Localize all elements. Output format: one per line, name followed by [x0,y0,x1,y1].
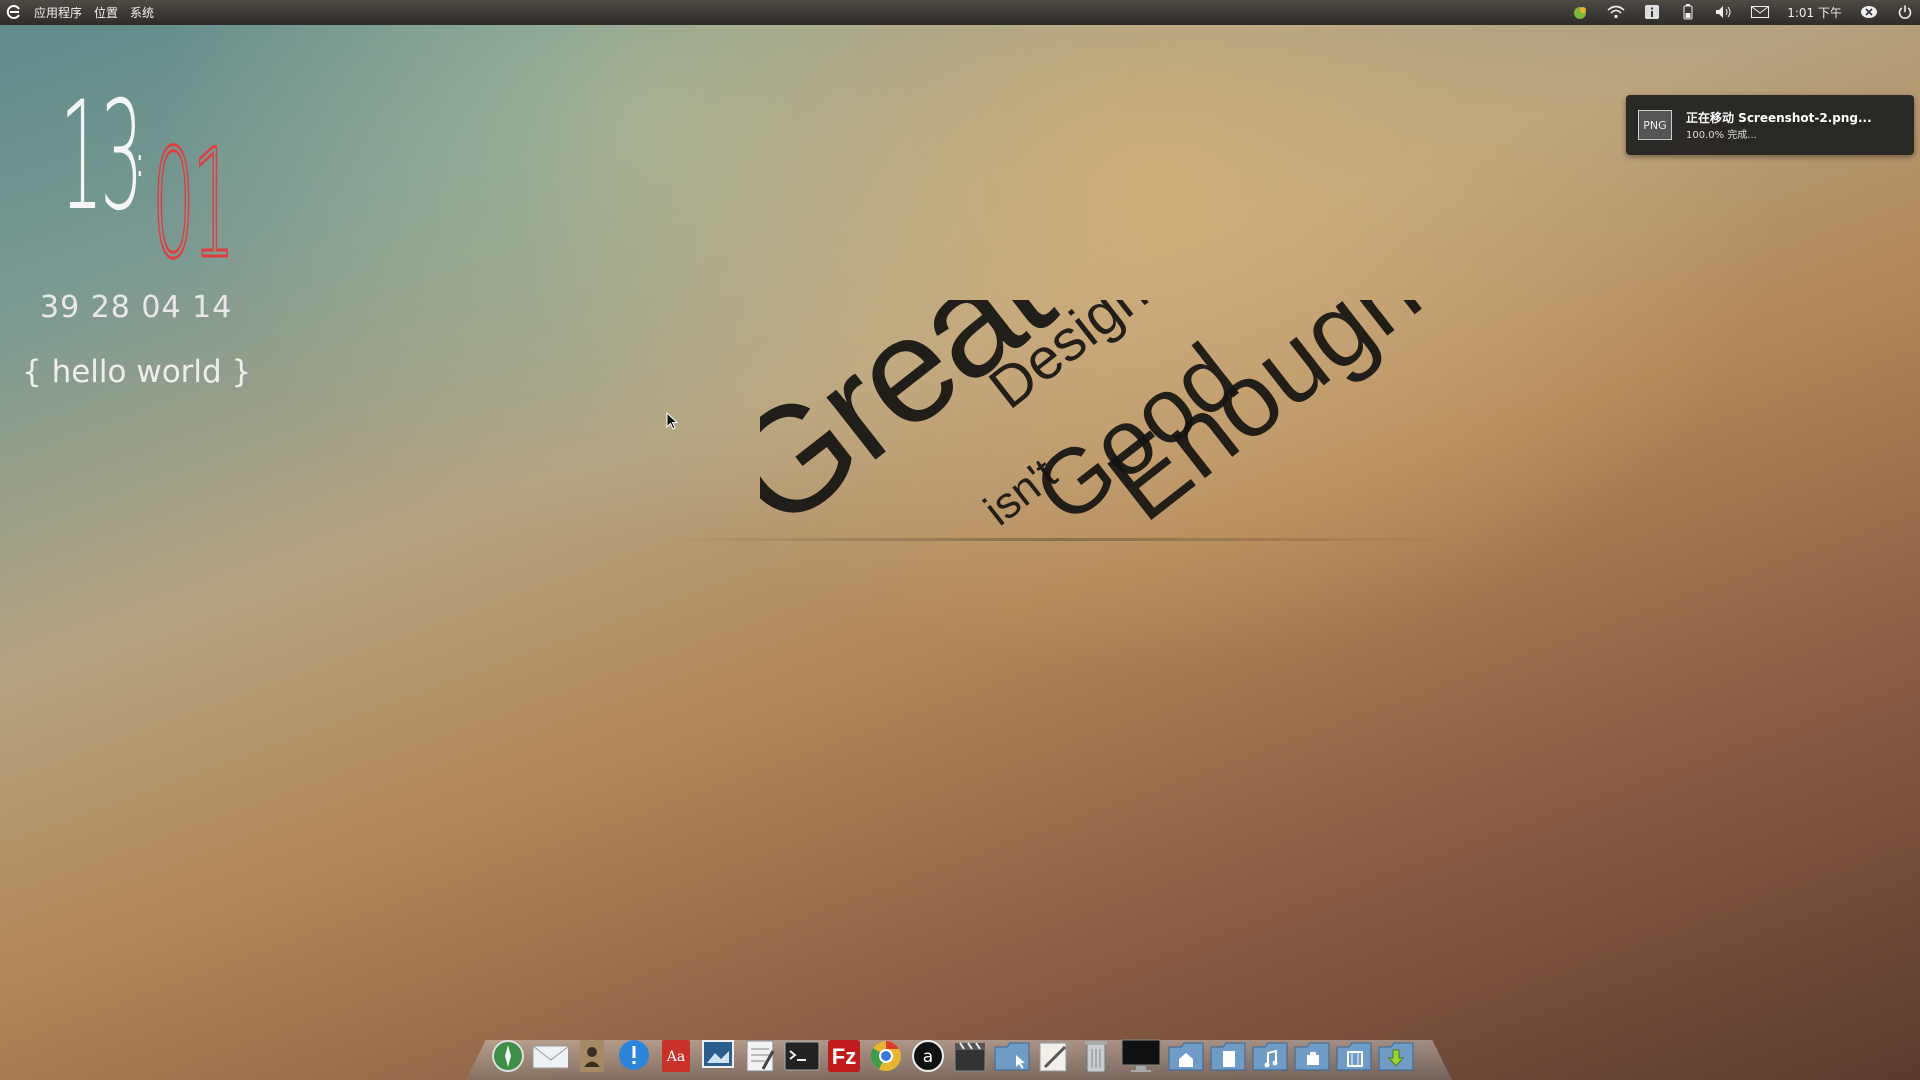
notification-body: 100.0% 完成... [1686,130,1757,141]
messages-icon[interactable] [616,1038,652,1074]
mouse-cursor-icon [666,411,679,434]
home-folder-icon[interactable] [1168,1038,1204,1074]
trash-icon[interactable] [1078,1038,1114,1074]
contacts-icon[interactable] [574,1038,610,1074]
info-icon[interactable] [1643,3,1661,21]
chrome-icon[interactable] [868,1038,904,1074]
monitor-icon[interactable] [1120,1038,1162,1074]
wifi-icon[interactable] [1607,3,1625,21]
dictionary-icon[interactable]: Aa [658,1038,694,1074]
video-icon[interactable] [952,1038,988,1074]
clock-minutes: 01 [151,118,236,292]
text-editor-icon[interactable] [742,1038,778,1074]
notification-title: 正在移动 Screenshot-2.png... [1686,111,1872,125]
battery-icon[interactable] [1679,3,1697,21]
wallpaper-word-enough: Enough [1087,300,1442,540]
svg-text:Aa: Aa [666,1049,685,1065]
menu-places[interactable]: 位置 [88,4,124,21]
greeting-text: { hello world } [22,354,252,390]
clock-hours: 13 [60,70,143,244]
dock: Aa Fz a [490,1026,1414,1074]
wallpaper-horizon-line [660,538,1460,541]
top-panel: 应用程序 位置 系统 1:01 下午 [0,0,1920,25]
music-folder-icon[interactable] [1252,1038,1288,1074]
menu-system[interactable]: 系统 [124,4,160,21]
wallpaper-typography: Great Design isn't Good Enough [760,300,1520,540]
documents-folder-icon[interactable] [1210,1038,1246,1074]
clock-colon: : [136,140,144,186]
preview-icon[interactable] [700,1038,736,1074]
folder-icon[interactable] [994,1038,1030,1074]
png-file-icon: PNG [1638,110,1672,140]
clock-details-row: 39 28 04 14 [40,290,233,325]
apps-folder-icon[interactable] [1294,1038,1330,1074]
downloads-folder-icon[interactable] [1378,1038,1414,1074]
update-icon[interactable] [1571,3,1589,21]
power-icon[interactable] [1896,3,1914,21]
panel-clock[interactable]: 1:01 下午 [1787,4,1842,21]
amazon-icon[interactable]: a [910,1038,946,1074]
svg-text:Fz: Fz [832,1044,856,1069]
notification-bubble[interactable]: PNG 正在移动 Screenshot-2.png... 100.0% 完成..… [1626,95,1914,155]
svg-text:a: a [923,1047,933,1067]
volume-icon[interactable] [1715,3,1733,21]
filezilla-icon[interactable]: Fz [826,1038,862,1074]
terminal-icon[interactable] [784,1038,820,1074]
user-status-icon[interactable] [1860,3,1878,21]
mail-icon[interactable] [532,1038,568,1074]
distro-logo-icon[interactable] [0,4,28,20]
system-tray: 1:01 下午 [1571,0,1914,24]
menu-applications[interactable]: 应用程序 [28,4,88,21]
safari-icon[interactable] [490,1038,526,1074]
notes-icon[interactable] [1036,1038,1072,1074]
mail-indicator-icon[interactable] [1751,3,1770,21]
movies-folder-icon[interactable] [1336,1038,1372,1074]
